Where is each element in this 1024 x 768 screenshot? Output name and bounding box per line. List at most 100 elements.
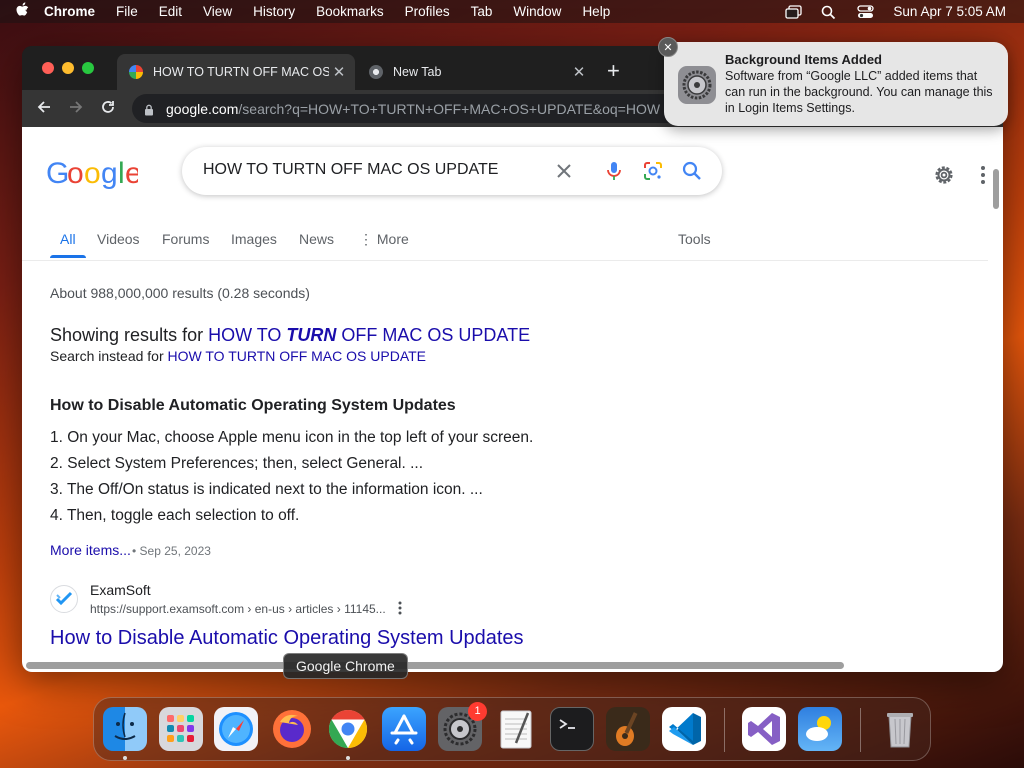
menu-app-name[interactable]: Chrome: [44, 4, 95, 19]
horizontal-scrollbar[interactable]: [22, 657, 988, 672]
tab-more[interactable]: ⋮ More: [359, 231, 409, 248]
svg-text:g: g: [101, 157, 117, 189]
more-items-link[interactable]: More items...: [50, 542, 131, 558]
vertical-scrollbar[interactable]: [988, 127, 1003, 672]
result-stats: About 988,000,000 results (0.28 seconds): [50, 285, 310, 301]
result-options-icon[interactable]: [398, 601, 402, 615]
vscode-icon[interactable]: [662, 707, 706, 751]
scrollbar-thumb[interactable]: [993, 169, 999, 209]
notification-badge: 1: [468, 702, 487, 721]
chrome-window: HOW TO TURTN OFF MAC OS ✕ New Tab ✕ + go…: [22, 46, 1003, 672]
new-tab-plus-icon[interactable]: +: [607, 60, 620, 82]
corrected-query-link[interactable]: HOW TO TURN OFF MAC OS UPDATE: [208, 325, 530, 345]
examsoft-favicon-icon: [50, 585, 78, 613]
apple-menu-icon[interactable]: [0, 1, 44, 22]
featured-snippet-steps: 1. On your Mac, choose Apple menu icon i…: [50, 429, 533, 533]
menubar-clock[interactable]: Sun Apr 7 5:05 AM: [893, 4, 1006, 19]
settings-gear-icon[interactable]: [932, 163, 956, 187]
finder-icon[interactable]: [103, 707, 147, 751]
search-box[interactable]: HOW TO TURTN OFF MAC OS UPDATE: [182, 147, 722, 195]
result-title-link[interactable]: How to Disable Automatic Operating Syste…: [50, 627, 524, 650]
menu-tab[interactable]: Tab: [471, 4, 493, 19]
snippet-date: • Sep 25, 2023: [132, 544, 211, 558]
terminal-icon[interactable]: [550, 707, 594, 751]
list-item: 3. The Off/On status is indicated next t…: [50, 481, 483, 498]
svg-text:o: o: [67, 157, 83, 189]
svg-text:e: e: [125, 157, 138, 189]
site-info-icon[interactable]: [144, 103, 154, 115]
tools-button[interactable]: Tools: [678, 231, 711, 247]
close-tab-icon[interactable]: ✕: [329, 63, 349, 81]
menu-bookmarks[interactable]: Bookmarks: [316, 4, 384, 19]
dock-separator: [860, 708, 861, 752]
spotlight-search-icon[interactable]: [821, 5, 837, 19]
safari-icon[interactable]: [214, 707, 258, 751]
menu-profiles[interactable]: Profiles: [405, 4, 450, 19]
search-submit-icon[interactable]: [680, 159, 704, 183]
list-item: 4. Then, toggle each selection to off.: [50, 507, 300, 524]
back-arrow-icon[interactable]: [32, 97, 56, 121]
svg-text:l: l: [118, 157, 124, 189]
instead-prefix: Search instead for: [50, 348, 168, 364]
result-site-name[interactable]: ExamSoft: [90, 582, 151, 598]
lens-search-icon[interactable]: [641, 159, 665, 183]
search-results-page: G o o g l e HOW TO TURTN OFF MAC OS UPDA…: [22, 127, 988, 657]
running-indicator: [346, 756, 350, 760]
tab-videos[interactable]: Videos: [97, 231, 140, 247]
tab-all[interactable]: All: [60, 231, 76, 247]
close-window-button[interactable]: [42, 62, 54, 74]
featured-snippet-title: How to Disable Automatic Operating Syste…: [50, 397, 456, 414]
menu-history[interactable]: History: [253, 4, 295, 19]
background-items-notification[interactable]: Background Items Added Software from “Go…: [664, 42, 1008, 126]
scrollbar-thumb[interactable]: [26, 662, 844, 669]
showing-prefix: Showing results for: [50, 325, 209, 345]
menu-edit[interactable]: Edit: [159, 4, 182, 19]
tab-news[interactable]: News: [299, 231, 334, 247]
search-type-tabs: All Videos Forums Images News ⋮ More Too…: [22, 225, 988, 259]
notification-close-icon[interactable]: ✕: [658, 37, 678, 57]
list-item: 2. Select System Preferences; then, sele…: [50, 455, 424, 472]
menu-file[interactable]: File: [116, 4, 138, 19]
garageband-icon[interactable]: [606, 707, 650, 751]
control-center-icon[interactable]: [857, 4, 875, 19]
dock: [93, 697, 931, 761]
menu-view[interactable]: View: [203, 4, 232, 19]
tab-google-search[interactable]: HOW TO TURTN OFF MAC OS ✕: [117, 54, 355, 90]
clear-search-icon[interactable]: [552, 159, 576, 183]
tab-forums[interactable]: Forums: [162, 231, 209, 247]
search-input[interactable]: HOW TO TURTN OFF MAC OS UPDATE: [203, 161, 498, 179]
url-path: /search?q=HOW+TO+TURTN+OFF+MAC+OS+UPDATE…: [238, 100, 661, 117]
system-settings-gear-icon: [678, 66, 716, 104]
chrome-favicon-icon: [369, 65, 383, 79]
tab-title: HOW TO TURTN OFF MAC OS: [153, 65, 329, 79]
original-query-link[interactable]: HOW TO TURTN OFF MAC OS UPDATE: [168, 348, 427, 364]
trash-icon[interactable]: [878, 707, 922, 751]
textedit-icon[interactable]: [494, 707, 538, 751]
google-chrome-icon[interactable]: [326, 707, 370, 751]
launchpad-icon[interactable]: [159, 707, 203, 751]
tab-new-tab[interactable]: New Tab ✕: [357, 54, 595, 90]
svg-text:o: o: [84, 157, 100, 189]
firefox-icon[interactable]: [270, 707, 314, 751]
minimize-window-button[interactable]: [62, 62, 74, 74]
notification-body: Software from “Google LLC” added items t…: [725, 69, 993, 115]
running-indicator: [123, 756, 127, 760]
result-url[interactable]: https://support.examsoft.com › en-us › a…: [90, 602, 386, 616]
menu-window[interactable]: Window: [513, 4, 561, 19]
app-store-icon[interactable]: [382, 707, 426, 751]
screen-mirroring-icon[interactable]: [785, 4, 803, 19]
zoom-window-button[interactable]: [82, 62, 94, 74]
forward-arrow-icon[interactable]: [64, 97, 88, 121]
list-item: 1. On your Mac, choose Apple menu icon i…: [50, 429, 534, 446]
menu-help[interactable]: Help: [582, 4, 610, 19]
visual-studio-icon[interactable]: [742, 707, 786, 751]
tab-images[interactable]: Images: [231, 231, 277, 247]
google-logo[interactable]: G o o g l e: [46, 157, 142, 197]
reload-icon[interactable]: [96, 97, 120, 121]
more-options-icon[interactable]: [980, 165, 986, 185]
close-tab-icon[interactable]: ✕: [569, 63, 589, 81]
voice-search-icon[interactable]: [602, 159, 626, 183]
weather-icon[interactable]: [798, 707, 842, 751]
tab-title: New Tab: [393, 65, 442, 79]
dock-separator: [724, 708, 725, 752]
